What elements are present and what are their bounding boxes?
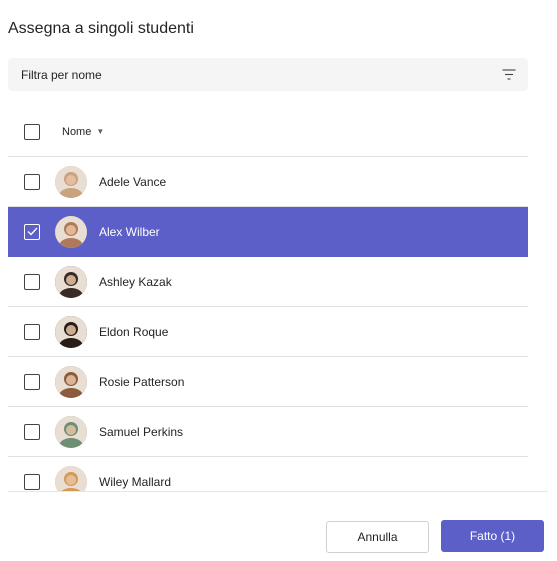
student-checkbox[interactable] (24, 373, 40, 390)
footer-divider (8, 491, 548, 492)
name-column-label: Nome (62, 125, 92, 138)
student-checkbox[interactable] (24, 423, 40, 440)
avatar (55, 465, 87, 491)
avatar (55, 415, 87, 448)
student-name: Alex Wilber (99, 224, 160, 239)
student-name: Eldon Roque (99, 324, 169, 339)
filter-placeholder: Filtra per nome (21, 67, 102, 82)
filter-by-name-field[interactable]: Filtra per nome (8, 58, 528, 91)
cancel-button[interactable]: Annulla (326, 521, 429, 553)
student-checkbox[interactable] (24, 473, 40, 490)
student-row-wiley-mallard[interactable]: Wiley Mallard (8, 457, 528, 491)
student-checkbox[interactable] (24, 173, 40, 190)
student-name: Rosie Patterson (99, 374, 185, 389)
avatar (55, 165, 87, 198)
student-name: Ashley Kazak (99, 274, 172, 289)
student-row-eldon-roque[interactable]: Eldon Roque (8, 307, 528, 357)
student-row-rosie-patterson[interactable]: Rosie Patterson (8, 357, 528, 407)
student-row-alex-wilber[interactable]: Alex Wilber (8, 207, 528, 257)
caret-down-icon: ▼ (96, 127, 105, 136)
avatar (55, 215, 87, 248)
done-button[interactable]: Fatto (1) (441, 520, 544, 552)
checkmark-icon (27, 227, 37, 236)
student-row-ashley-kazak[interactable]: Ashley Kazak (8, 257, 528, 307)
avatar (55, 265, 87, 298)
student-row-samuel-perkins[interactable]: Samuel Perkins (8, 407, 528, 457)
avatar (55, 365, 87, 398)
student-checkbox[interactable] (24, 223, 40, 240)
student-name: Wiley Mallard (99, 474, 172, 489)
dialog-title: Assegna a singoli studenti (8, 20, 194, 37)
filter-icon[interactable] (502, 69, 516, 81)
select-all-checkbox[interactable] (24, 123, 40, 140)
avatar (55, 315, 87, 348)
student-checkbox[interactable] (24, 323, 40, 340)
student-list: Adele Vance Alex Wilber Ashley Kazak Eld… (8, 157, 528, 491)
student-row-adele-vance[interactable]: Adele Vance (8, 157, 528, 207)
student-name: Samuel Perkins (99, 424, 184, 439)
table-header: Nome ▼ (8, 107, 528, 157)
sort-by-name-header[interactable]: Nome ▼ (62, 126, 104, 138)
student-checkbox[interactable] (24, 273, 40, 290)
student-name: Adele Vance (99, 174, 167, 189)
assign-students-dialog: Assegna a singoli studenti Filtra per no… (0, 0, 557, 561)
